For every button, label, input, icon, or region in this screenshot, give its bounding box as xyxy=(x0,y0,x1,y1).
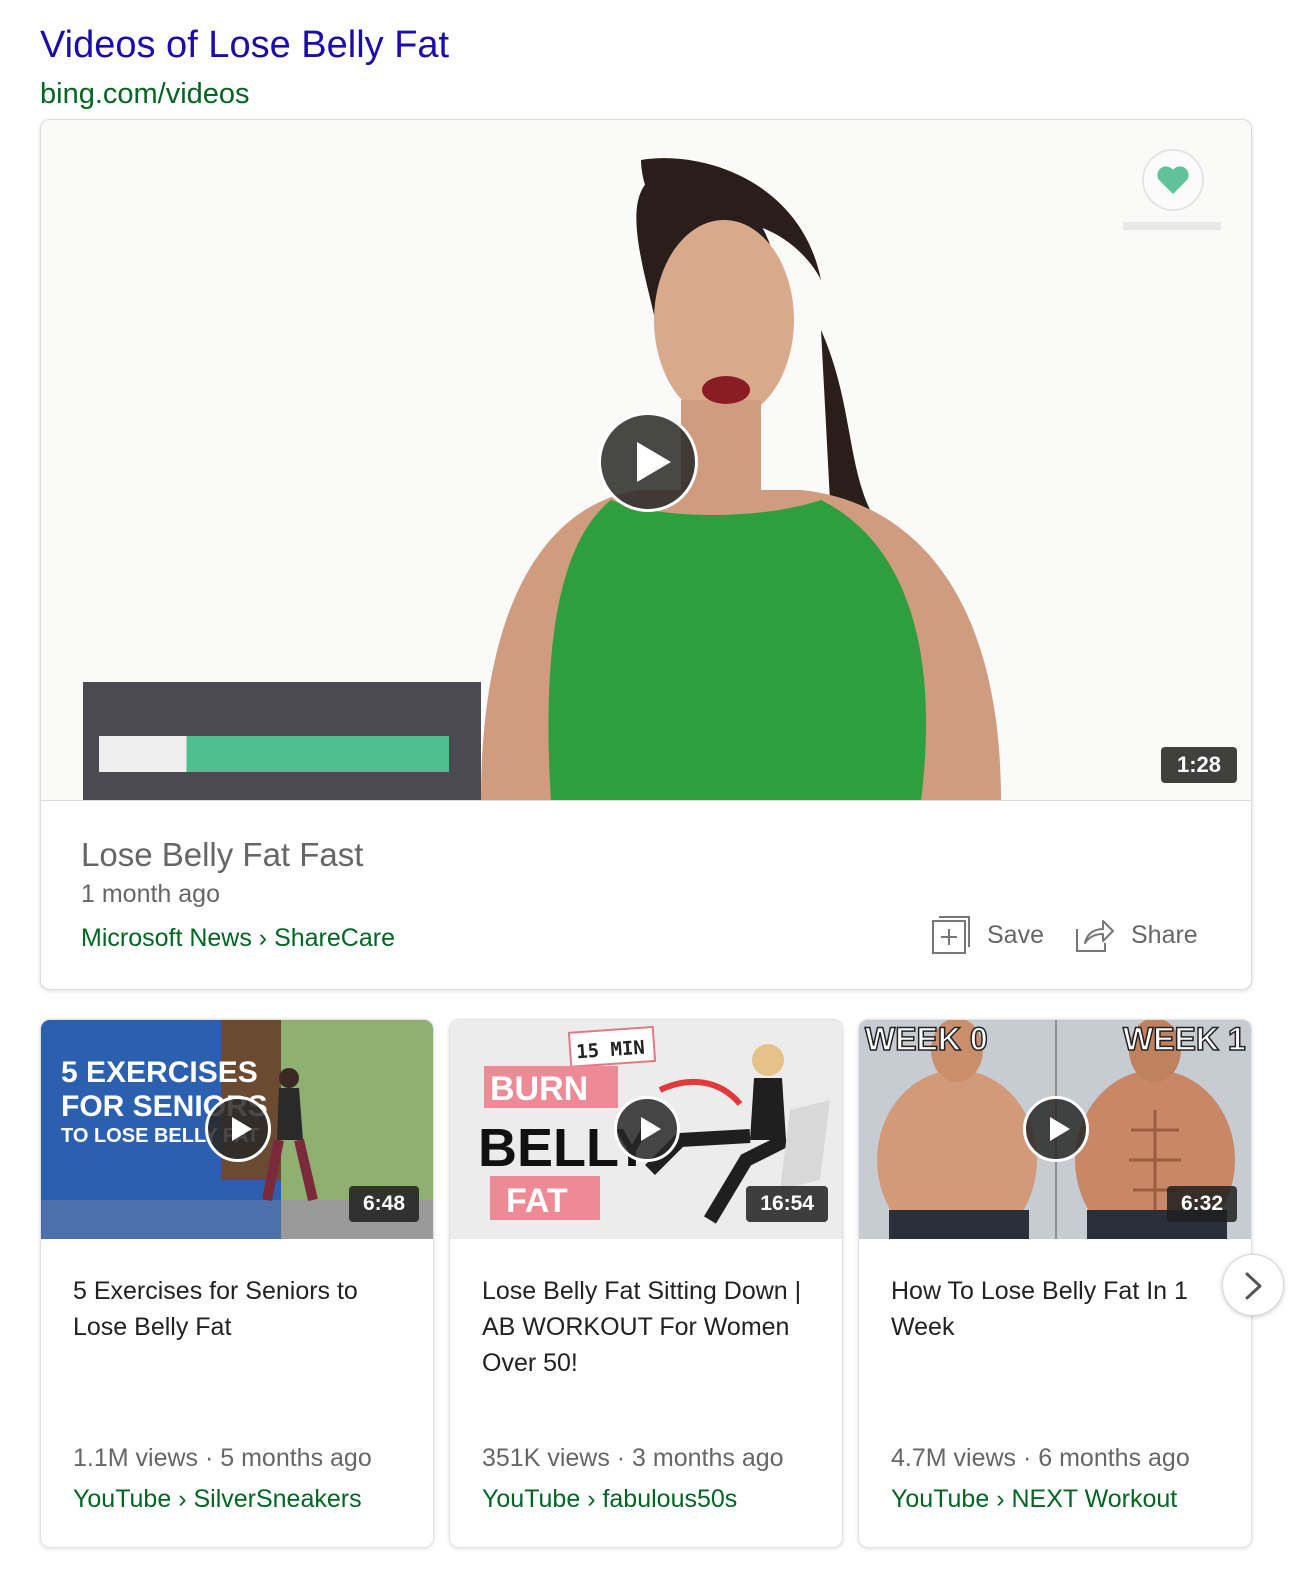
results-title-link[interactable]: Videos of Lose Belly Fat xyxy=(40,24,449,67)
chevron-right-icon xyxy=(1245,1272,1262,1300)
progress-bar-fill xyxy=(99,736,187,772)
thumb-text-1a: 5 EXERCISES xyxy=(61,1056,258,1089)
video-source-3[interactable]: YouTube › NEXT Workout xyxy=(891,1485,1177,1514)
duration-badge-1: 6:48 xyxy=(348,1186,419,1222)
save-button[interactable]: Save xyxy=(931,912,1044,958)
featured-duration-badge: 1:28 xyxy=(1161,747,1237,783)
video-thumbnail-2[interactable]: 15 MIN BURN BELLY FAT 16:54 xyxy=(450,1020,842,1239)
featured-video-thumbnail[interactable]: 1:28 xyxy=(41,120,1251,801)
featured-video-age: 1 month ago xyxy=(81,880,220,908)
featured-video-source[interactable]: Microsoft News › ShareCare xyxy=(81,924,395,953)
results-url: bing.com/videos xyxy=(40,78,250,110)
share-label: Share xyxy=(1131,920,1198,949)
play-button-2[interactable] xyxy=(614,1096,680,1162)
thumb-text-3b: WEEK 1 xyxy=(1123,1021,1246,1057)
duration-badge-3: 6:32 xyxy=(1166,1186,1237,1222)
video-title-1[interactable]: 5 Exercises for Seniors to Lose Belly Fa… xyxy=(73,1273,413,1345)
save-label: Save xyxy=(987,920,1044,949)
video-card-1[interactable]: 5 EXERCISES FOR SENIORS TO LOSE BELLY FA… xyxy=(40,1019,434,1548)
video-card-3[interactable]: WEEK 0 WEEK 1 6:32 How To Lose Belly Fat… xyxy=(858,1019,1252,1548)
thumb-text-2d: FAT xyxy=(506,1182,568,1220)
video-title-3[interactable]: How To Lose Belly Fat In 1 Week xyxy=(891,1273,1231,1345)
video-source-1[interactable]: YouTube › SilverSneakers xyxy=(73,1485,362,1514)
video-thumbnail-1[interactable]: 5 EXERCISES FOR SENIORS TO LOSE BELLY FA… xyxy=(41,1020,433,1239)
featured-play-button[interactable] xyxy=(598,412,698,512)
video-title-2[interactable]: Lose Belly Fat Sitting Down | AB WORKOUT… xyxy=(482,1273,822,1381)
thumb-text-2b: BURN xyxy=(490,1070,588,1108)
thumb-text-3a: WEEK 0 xyxy=(865,1021,988,1057)
video-meta-3: 4.7M views · 6 months ago xyxy=(891,1444,1190,1472)
featured-video-title[interactable]: Lose Belly Fat Fast xyxy=(81,836,363,874)
video-thumbnail-3[interactable]: WEEK 0 WEEK 1 6:32 xyxy=(859,1020,1251,1239)
video-source-2[interactable]: YouTube › fabulous50s xyxy=(482,1485,737,1514)
featured-video-card[interactable]: 1:28 Lose Belly Fat Fast 1 month ago Mic… xyxy=(40,119,1252,990)
video-card-2[interactable]: 15 MIN BURN BELLY FAT 16:54 Lose Belly F… xyxy=(449,1019,843,1548)
video-meta-1: 1.1M views · 5 months ago xyxy=(73,1444,372,1472)
video-meta-2: 351K views · 3 months ago xyxy=(482,1444,784,1472)
share-button[interactable]: Share xyxy=(1073,912,1198,958)
save-icon xyxy=(932,916,970,954)
share-icon xyxy=(1076,920,1114,952)
play-button-3[interactable] xyxy=(1023,1096,1089,1162)
carousel-next-button[interactable] xyxy=(1222,1254,1284,1316)
play-button-1[interactable] xyxy=(205,1096,271,1162)
duration-badge-2: 16:54 xyxy=(746,1186,828,1222)
